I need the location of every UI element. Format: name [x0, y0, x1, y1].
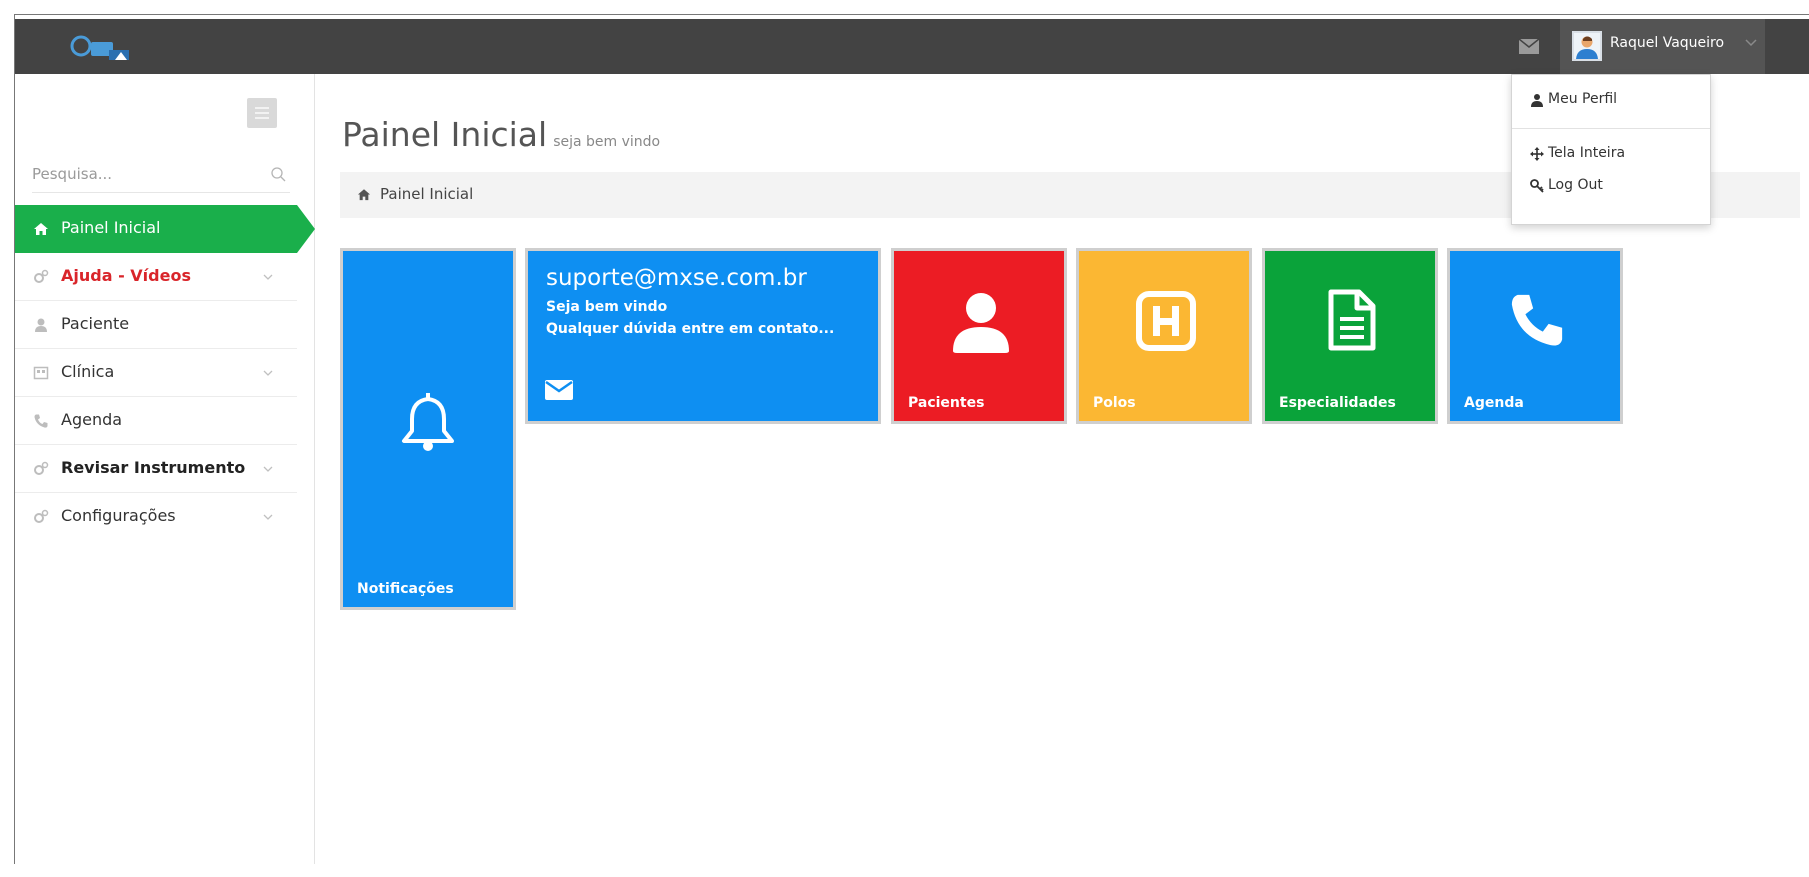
user-dropdown-menu: Meu Perfil Tela Inteira Log Out: [1511, 74, 1711, 225]
menu-divider: [1512, 128, 1710, 129]
tile-pacientes[interactable]: Pacientes: [891, 248, 1067, 424]
gears-icon: [34, 509, 49, 523]
sidebar-item-label: Clínica: [61, 362, 115, 381]
menu-item-log-out[interactable]: Log Out: [1512, 171, 1710, 201]
chevron-down-icon: [263, 370, 273, 376]
bell-icon: [402, 393, 454, 451]
support-welcome: Seja bem vindo: [546, 299, 668, 315]
page-subtitle: seja bem vindo: [553, 134, 661, 150]
search-icon[interactable]: [270, 166, 286, 182]
tile-support[interactable]: suporte@mxse.com.br Seja bem vindo Qualq…: [525, 248, 881, 424]
menu-item-label: Tela Inteira: [1548, 145, 1626, 161]
sidebar-item-clinica[interactable]: Clínica: [15, 349, 297, 397]
support-contact-text: Qualquer dúvida entre em contato...: [546, 321, 835, 337]
envelope-icon: [545, 380, 573, 400]
breadcrumb-item[interactable]: Painel Inicial: [380, 185, 473, 203]
chevron-down-icon: [263, 274, 273, 280]
page-title: Painel Inicial seja bem vindo: [342, 115, 660, 154]
menu-item-meu-perfil[interactable]: Meu Perfil: [1512, 85, 1710, 115]
phone-icon: [34, 414, 48, 428]
tile-especialidades[interactable]: Especialidades: [1262, 248, 1438, 424]
app-window: Raquel Vaqueiro Painel Inicial: [14, 14, 1809, 864]
app-logo-icon[interactable]: [65, 32, 133, 62]
tile-notificacoes[interactable]: Notificações: [340, 248, 516, 610]
home-icon[interactable]: [357, 188, 371, 201]
sidebar-item-agenda[interactable]: Agenda: [15, 397, 297, 445]
sidebar-item-ajuda-videos[interactable]: Ajuda - Vídeos: [15, 253, 297, 301]
user-icon: [1531, 94, 1543, 107]
key-icon: [1530, 179, 1544, 193]
user-menu-toggle[interactable]: Raquel Vaqueiro: [1560, 19, 1765, 74]
hospital-icon: [1136, 291, 1196, 351]
menu-toggle-icon[interactable]: [247, 98, 277, 128]
gears-icon: [34, 269, 49, 283]
user-name: Raquel Vaqueiro: [1610, 35, 1725, 51]
tile-polos[interactable]: Polos: [1076, 248, 1252, 424]
chevron-down-icon: [263, 514, 273, 520]
support-email[interactable]: suporte@mxse.com.br: [546, 265, 807, 291]
sidebar-item-label: Paciente: [61, 314, 130, 333]
sidebar-item-label: Configurações: [61, 506, 176, 525]
tile-label: Agenda: [1464, 395, 1524, 411]
gears-icon: [34, 461, 49, 475]
sidebar-item-paciente[interactable]: Paciente: [15, 301, 297, 349]
menu-item-label: Meu Perfil: [1548, 91, 1618, 107]
search-input[interactable]: [32, 159, 262, 189]
user-icon: [35, 318, 47, 332]
menu-item-label: Log Out: [1548, 177, 1603, 193]
tile-label: Especialidades: [1279, 395, 1396, 411]
chevron-down-icon: [1745, 39, 1757, 47]
document-icon: [1328, 289, 1376, 351]
building-icon: [33, 366, 49, 380]
arrows-move-icon: [1530, 147, 1544, 161]
sidebar-item-label: Ajuda - Vídeos: [61, 266, 191, 285]
page-title-text: Painel Inicial: [342, 115, 548, 154]
phone-icon: [1511, 294, 1563, 346]
tile-label: Polos: [1093, 395, 1136, 411]
sidebar-item-label: Revisar Instrumento: [61, 458, 246, 477]
envelope-icon[interactable]: [1518, 38, 1540, 55]
search-box: [32, 159, 290, 193]
sidebar: Painel Inicial Ajuda - Vídeos Paciente C…: [15, 74, 315, 864]
sidebar-item-label: Agenda: [61, 410, 123, 429]
chevron-down-icon: [263, 466, 273, 472]
tile-label: Pacientes: [908, 395, 985, 411]
sidebar-item-painel-inicial[interactable]: Painel Inicial: [15, 205, 315, 253]
tile-label: Notificações: [357, 581, 454, 597]
user-icon: [953, 293, 1009, 353]
sidebar-item-revisar-instrumento[interactable]: Revisar Instrumento: [15, 445, 297, 493]
menu-item-tela-inteira[interactable]: Tela Inteira: [1512, 139, 1710, 169]
tile-agenda[interactable]: Agenda: [1447, 248, 1623, 424]
sidebar-item-configuracoes[interactable]: Configurações: [15, 493, 297, 541]
user-avatar-icon: [1572, 31, 1602, 61]
top-bar: Raquel Vaqueiro: [15, 19, 1809, 74]
home-icon: [34, 223, 48, 235]
sidebar-item-label: Painel Inicial: [61, 218, 161, 237]
